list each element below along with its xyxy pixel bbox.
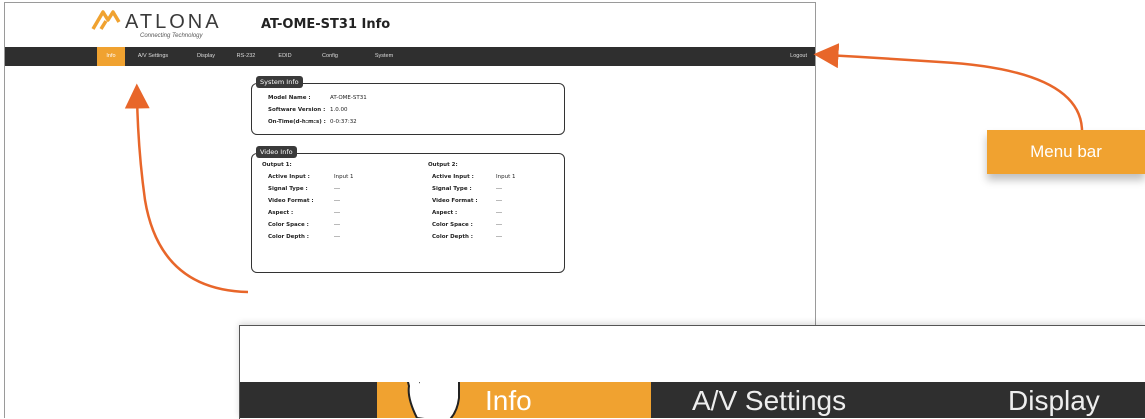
hand-cursor-icon [406,382,460,418]
menu-bar: Info A/V Settings Display RS-232 EDID Co… [5,47,815,66]
menu-item-config[interactable]: Config [317,47,343,66]
zoom-menu-bar: Info A/V Settings Display [240,382,1145,418]
output-1-value: Input 1 [334,174,354,180]
system-info-key: Model Name : [268,95,311,101]
menu-item-info[interactable]: Info [97,47,125,66]
model-name-value: AT-OME-ST31 [330,95,367,101]
menu-item-av-settings[interactable]: A/V Settings [131,47,175,66]
output-2-key: Signal Type : [432,186,472,192]
zoom-menu-item-info-label: Info [485,385,532,416]
output-2-value: --- [496,198,502,204]
output-1-key: Video Format : [268,198,314,204]
menu-item-rs232[interactable]: RS-232 [233,47,259,66]
logo-mark-icon [91,10,121,30]
output-1-value: --- [334,198,340,204]
software-version-value: 1.0.00 [330,107,348,113]
video-info-title: Video Info [256,146,297,158]
logout-link[interactable]: Logout [790,47,807,66]
output-2-key: Video Format : [432,198,478,204]
system-info-key: On-Time(d-h:m:s) : [268,119,326,125]
output-1-key: Signal Type : [268,186,308,192]
output-2-value: Input 1 [496,174,516,180]
system-info-panel: System Info Model Name : AT-OME-ST31 Sof… [251,76,565,135]
output-1-key: Active Input : [268,174,310,180]
output-1-value: --- [334,222,340,228]
callout-menu-bar: Menu bar [987,130,1145,174]
system-info-key: Software Version : [268,107,326,113]
zoom-menu-item-display[interactable]: Display [1008,385,1100,417]
arrow-to-logout [813,43,1084,131]
page-title: AT-OME-ST31 Info [261,17,391,32]
output-1-value: --- [334,186,340,192]
menu-item-system[interactable]: System [370,47,398,66]
menu-item-edid[interactable]: EDID [273,47,297,66]
logo-tagline: Connecting Technology [140,33,203,39]
output-1-key: Color Space : [268,222,309,228]
menu-item-display[interactable]: Display [191,47,221,66]
zoom-menu-item-av-settings[interactable]: A/V Settings [692,385,846,417]
output-1-key: Aspect : [268,210,294,216]
output-2-value: --- [496,222,502,228]
output-2-key: Active Input : [432,174,474,180]
output-2-value: --- [496,234,502,240]
output-2-label: Output 2: [428,162,458,168]
output-1-value: --- [334,234,340,240]
logo-wordmark: ATLONA [125,11,222,33]
output-1-key: Color Depth : [268,234,309,240]
output-2-key: Aspect : [432,210,458,216]
output-1-value: --- [334,210,340,216]
output-2-key: Color Depth : [432,234,473,240]
header: ATLONA Connecting Technology AT-OME-ST31… [5,3,815,47]
output-2-value: --- [496,186,502,192]
output-2-value: --- [496,210,502,216]
video-info-panel: Video Info Output 1: Active Input : Inpu… [251,146,565,273]
output-2-key: Color Space : [432,222,473,228]
output-1-label: Output 1: [262,162,292,168]
on-time-value: 0-0:37:32 [330,119,357,125]
system-info-title: System Info [256,76,303,88]
atlona-logo[interactable]: ATLONA Connecting Technology [91,9,251,43]
